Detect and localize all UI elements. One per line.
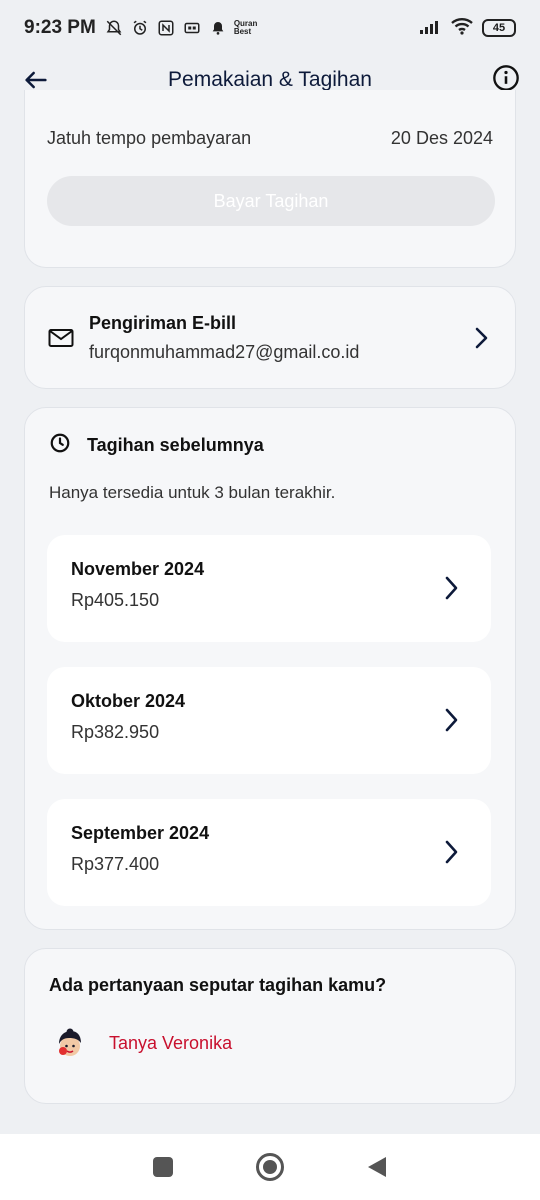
page-title: Pemakaian & Tagihan [168,68,372,91]
bell-off-icon [104,18,124,38]
status-time: 9:23 PM [24,17,96,38]
status-right: 45 [420,17,516,40]
mail-icon [47,324,75,352]
bell-icon [208,18,228,38]
bill-item-oktober[interactable]: Oktober 2024 Rp382.950 [47,667,491,774]
bill-item-september[interactable]: September 2024 Rp377.400 [47,799,491,906]
veronika-avatar-icon [59,1028,81,1056]
alarm-icon [130,18,150,38]
status-bar: 9:23 PM Quran Best 45 [0,0,540,56]
chevron-right-icon [443,839,459,870]
bill-amount: Rp377.400 [71,854,160,874]
bill-amount: Rp405.150 [71,590,160,610]
bill-item-november[interactable]: November 2024 Rp405.150 [47,535,491,642]
system-nav-bar [0,1134,540,1200]
ebill-text: Pengiriman E-bill furqonmuhammad27@gmail… [89,313,469,363]
previous-bills-header: Tagihan sebelumnya [49,432,493,459]
previous-bills-card: Tagihan sebelumnya Hanya tersedia untuk … [24,407,516,930]
home-circle-icon [255,1153,284,1181]
back-nav-button[interactable] [357,1147,397,1187]
bill-amount: Rp382.950 [71,722,160,742]
chevron-right-icon [443,707,459,738]
previous-bills-note: Hanya tersedia untuk 3 bulan terakhir. [49,483,336,502]
nfc-icon [156,18,176,38]
due-date-card: Jatuh tempo pembayaran 20 Des 2024 Bayar… [24,90,516,268]
due-date-value: 20 Des 2024 [390,128,493,148]
battery-indicator: 45 [482,19,516,37]
ebill-title: Pengiriman E-bill [89,312,237,333]
chevron-right-icon [469,326,493,350]
quran-best-badge: Quran Best [234,20,258,36]
status-notification-icons: Quran Best [104,18,258,38]
previous-bills-title: Tagihan sebelumnya [87,435,264,455]
info-icon [493,65,519,91]
bill-month: Oktober 2024 [71,691,186,711]
ask-veronika-label: Tanya Veronika [109,1032,233,1053]
bill-month: November 2024 [71,559,205,579]
due-date-row: Jatuh tempo pembayaran 20 Des 2024 [47,128,493,149]
status-left: 9:23 PM Quran Best [24,17,257,39]
chevron-right-icon [443,575,459,606]
ask-veronika-link[interactable]: Tanya Veronika [49,1026,491,1060]
home-button[interactable] [250,1147,290,1187]
faq-question: Ada pertanyaan seputar tagihan kamu? [49,975,387,995]
wifi-icon [450,17,474,40]
clock-icon [49,432,71,459]
quran-badge-line2: Best [233,27,252,36]
signal-icon [420,18,442,39]
triangle-back-icon [367,1157,386,1177]
ebill-email: furqonmuhammad27@gmail.co.id [89,341,360,362]
faq-card: Ada pertanyaan seputar tagihan kamu? Tan… [24,948,516,1104]
bill-month: September 2024 [71,823,210,843]
recents-button[interactable] [143,1147,183,1187]
cast-icon [182,18,202,38]
ebill-card[interactable]: Pengiriman E-bill furqonmuhammad27@gmail… [24,286,516,389]
pay-bill-button[interactable]: Bayar Tagihan [47,176,495,226]
due-date-label: Jatuh tempo pembayaran [47,128,252,148]
square-icon [153,1157,174,1177]
